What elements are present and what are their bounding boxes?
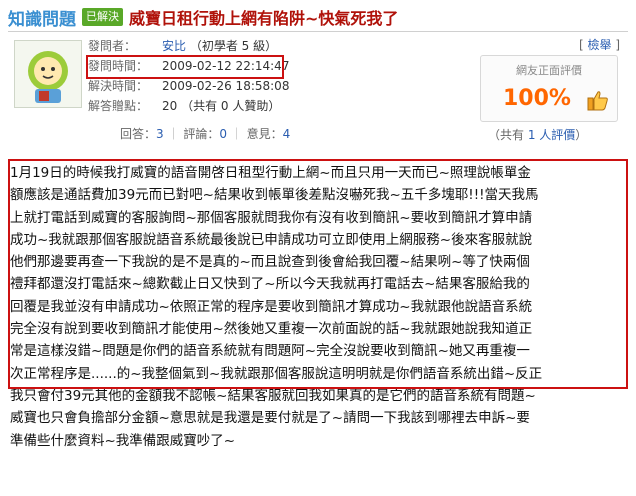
title-divider	[8, 31, 628, 32]
body-line: 次正常程序是......的~我整個氣到~我就跟那個客服說這明明就是你們語音系統出…	[10, 365, 543, 382]
ask-time-label: 發問時間：	[88, 59, 149, 73]
reward-value: 20	[162, 99, 178, 113]
thumbs-up-icon	[587, 91, 608, 111]
body-line: 準備些什麼資料~我準備跟威寶吵了~	[10, 432, 236, 449]
solve-time-value: 2009-02-26 18:58:08	[162, 79, 290, 93]
avatar[interactable]	[14, 40, 82, 108]
body-line: 上就打電話到威寶的客服詢問~那個客服就問我你有沒有收到簡訊~要收到簡訊才算申請	[10, 209, 533, 226]
body-line: 完全沒有說到要收到簡訊才能使用~然後她又重複一次前面說的話~我就跟她說我知道正	[10, 321, 533, 338]
report-link-wrap: [ 檢舉 ]	[578, 38, 620, 52]
reward-extra: （共有 0 人贊助）	[181, 99, 281, 113]
rating-value: 100%	[503, 86, 571, 111]
ask-time-value: 2009-02-12 22:14:47	[162, 59, 290, 73]
rating-label: 網友正面評價	[516, 64, 582, 77]
report-link[interactable]: 檢舉	[587, 38, 611, 52]
brand-title[interactable]: 知識問題	[8, 5, 76, 30]
comments-count[interactable]: 0	[219, 127, 227, 141]
comments-label: 評論：	[183, 127, 220, 141]
asker-label: 發問者：	[88, 39, 137, 53]
body-line: 額應該是通話費加39元而已對吧~結果收到帳單後差點沒嚇死我~五千多塊耶!!!當天…	[10, 187, 539, 204]
rating-voters: （共有 1 人評價）	[488, 128, 588, 142]
asker-level: （初學者 5 級）	[189, 39, 278, 53]
body-line: 成功~我就跟那個客服說語音系統最後說已申請成功可立即使用上網服務~後來客服就說	[10, 231, 533, 248]
opinions-count[interactable]: 4	[283, 127, 291, 141]
body-line: 我只會付39元其他的金額我不認帳~結果客服就回我如果真的是它們的語音系統有問題~	[10, 387, 536, 404]
reward-label: 解答贈點：	[88, 99, 149, 113]
answers-count[interactable]: 3	[156, 127, 164, 141]
answers-label: 回答：	[120, 127, 157, 141]
body-line: 他們那邊要再查一下我說的是不是真的~而且說查到後會給我回覆~結果咧~等了快兩個	[10, 254, 530, 271]
body-line: 常是這樣沒錯~問題是你們的語音系統就有問題阿~完全沒說要收到簡訊~她又再重複一	[10, 343, 530, 360]
question-body: 1月19日的時候我打威寶的語音開啓日租型行動上網~而且只用一天而已~照理說帳單金…	[10, 162, 630, 452]
body-line: 回覆是我並沒有申請成功~依照正常的程序是要收到簡訊才算成功~我就跟他說語音系統	[10, 298, 533, 315]
solve-time-label: 解決時間：	[88, 79, 149, 93]
body-line: 禮拜都還沒打電話來~總歎截止日又快到了~所以今天我就再打電話去~結果客服給我的	[10, 276, 530, 293]
rating-voters-link[interactable]: 1 人評價	[528, 128, 575, 142]
title-row: 知識問題 已解決 威寶日租行動上網有陷阱~快氣死我了	[8, 4, 398, 30]
body-line: 1月19日的時候我打威寶的語音開啓日租型行動上網~而且只用一天而已~照理說帳單金	[10, 165, 531, 181]
asker-link[interactable]: 安比	[162, 39, 186, 53]
opinions-label: 意見：	[246, 127, 283, 141]
body-line: 威寶也只會負擔部分金額~意思就是我還是要付就是了~請問一下我該到哪裡去申訴~要	[10, 410, 530, 427]
question-title: 威寶日租行動上網有陷阱~快氣死我了	[129, 9, 399, 28]
solved-badge: 已解決	[82, 8, 123, 26]
stats-row: 回答：3 ｜ 評論：0 ｜ 意見：4	[120, 127, 291, 141]
rating-box: 網友正面評價 100%	[480, 55, 618, 122]
